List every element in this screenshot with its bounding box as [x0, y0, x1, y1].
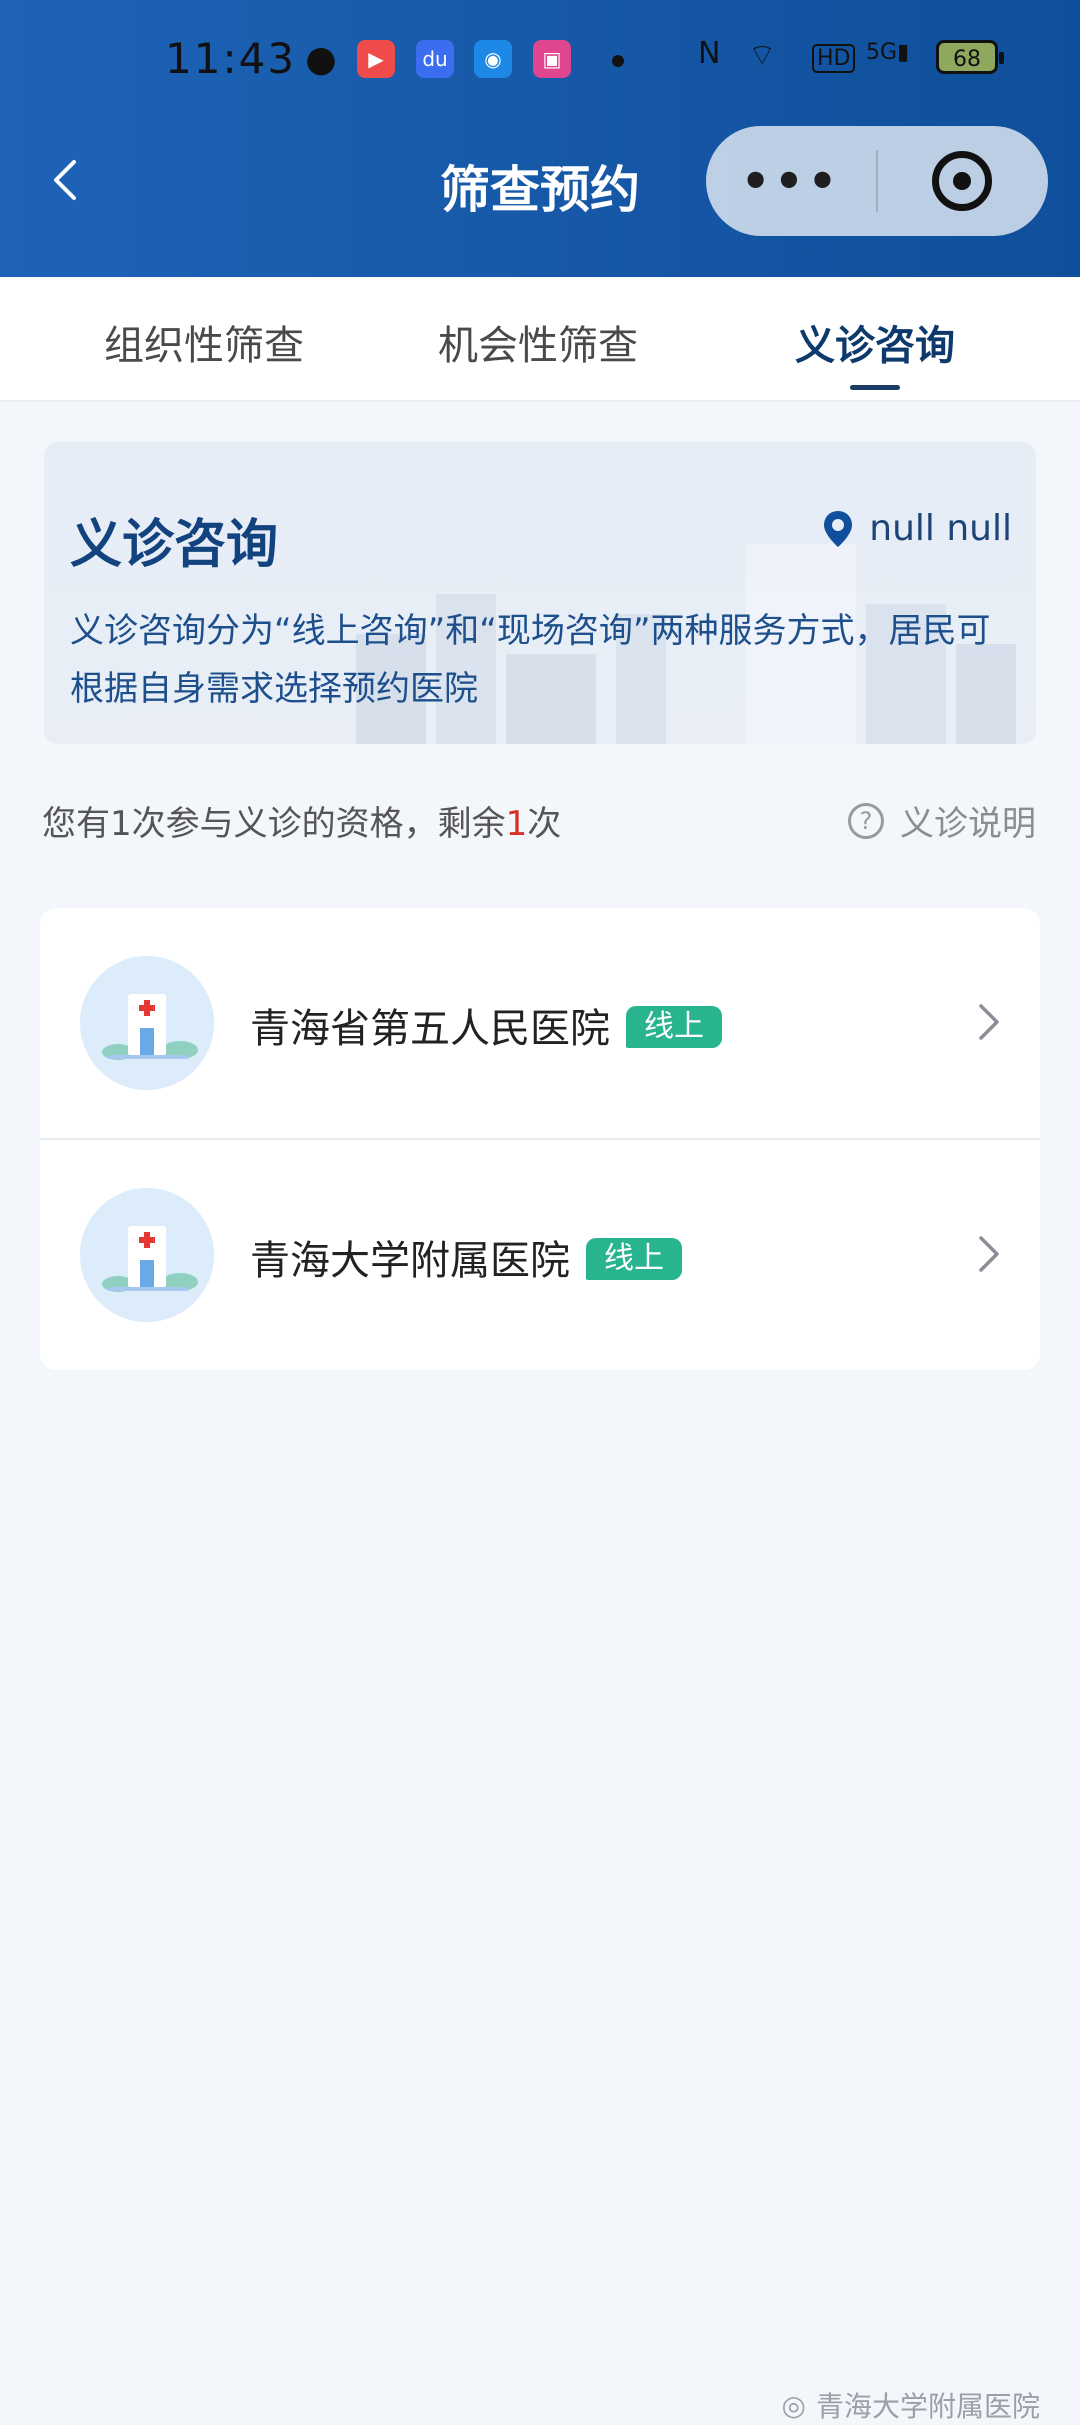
question-icon: ?	[848, 802, 884, 839]
watermark: ◎ 青海大学附属医院	[782, 2385, 1040, 2425]
status-time: 11:43	[165, 34, 297, 83]
tab-free-clinic[interactable]: 义诊咨询	[795, 313, 955, 371]
nfc-icon: N	[698, 36, 721, 71]
shop-app-icon: ▣	[533, 40, 571, 78]
hospital-avatar	[80, 956, 214, 1090]
tab-active-indicator	[850, 385, 900, 390]
battery-icon: 68	[936, 40, 1004, 74]
online-badge: 线上	[586, 1238, 682, 1280]
info-card-description: 义诊咨询分为“线上咨询”和“现场咨询”两种服务方式，居民可根据自身需求选择预约医…	[70, 611, 991, 709]
baidu-icon: du	[416, 40, 454, 78]
list-item[interactable]: 青海大学附属医院 线上	[40, 1140, 1040, 1370]
hospital-list: 青海省第五人民医院 线上 青海大学附属医院 线上	[40, 908, 1040, 1370]
hospital-icon	[80, 1188, 214, 1322]
list-item[interactable]: 青海省第五人民医院 线上	[40, 908, 1040, 1140]
chevron-right-icon	[979, 1004, 999, 1040]
hospital-icon	[80, 956, 214, 1090]
header: 11:43 ● ▶ du ◉ ▣ N ⌔ HD 5G▮ 68 筛查预约 •••	[0, 0, 1080, 277]
location-label[interactable]: null null	[821, 508, 1012, 549]
location-pin-icon	[824, 510, 853, 547]
status-bar: 11:43 ● ▶ du ◉ ▣ N ⌔ HD 5G▮ 68	[0, 0, 1080, 125]
tab-opportunistic-screening[interactable]: 机会性筛查	[438, 313, 638, 371]
capsule-divider	[876, 150, 878, 212]
hospital-avatar	[80, 1188, 214, 1322]
video-app-icon: ▶	[357, 40, 395, 78]
info-card-title: 义诊咨询	[70, 515, 279, 575]
eligibility-suffix: 次	[527, 804, 562, 844]
eligibility-remaining: 1	[505, 804, 528, 844]
free-clinic-help-link[interactable]: ? 义诊说明	[848, 796, 1036, 845]
hd-icon: HD	[812, 44, 856, 73]
more-button[interactable]: •••	[706, 154, 876, 208]
wifi-icon: ⌔	[748, 38, 777, 73]
hospital-name: 青海大学附属医院 线上	[250, 1228, 682, 1286]
hospital-name: 青海省第五人民医院 线上	[250, 996, 722, 1054]
close-miniprogram-icon[interactable]	[932, 151, 992, 211]
miniprogram-capsule: •••	[706, 126, 1048, 236]
info-card: 义诊咨询 null null 义诊咨询分为“线上咨询”和“现场咨询”两种服务方式…	[44, 442, 1036, 744]
tab-bar: 组织性筛查 机会性筛查 义诊咨询	[0, 277, 1080, 402]
eligibility-text: 您有1次参与义诊的资格，剩余1次	[42, 796, 561, 845]
notification-dot-icon	[612, 55, 624, 67]
help-label: 义诊说明	[900, 804, 1036, 844]
chevron-right-icon	[979, 1236, 999, 1272]
signal-5g-icon: 5G▮	[866, 40, 910, 65]
wechat-icon: ●	[305, 38, 337, 80]
tab-organized-screening[interactable]: 组织性筛查	[104, 313, 304, 371]
browser-icon: ◉	[474, 40, 512, 78]
eligibility-prefix: 您有1次参与义诊的资格，剩余	[42, 804, 506, 844]
wechat-watermark-icon: ◎	[781, 2388, 806, 2422]
watermark-text: 青海大学附属医院	[815, 2390, 1040, 2423]
hospital-name-text: 青海大学附属医院	[250, 1238, 570, 1284]
hospital-name-text: 青海省第五人民医院	[250, 1006, 610, 1052]
online-badge: 线上	[626, 1006, 722, 1048]
location-text: null null	[869, 508, 1012, 549]
